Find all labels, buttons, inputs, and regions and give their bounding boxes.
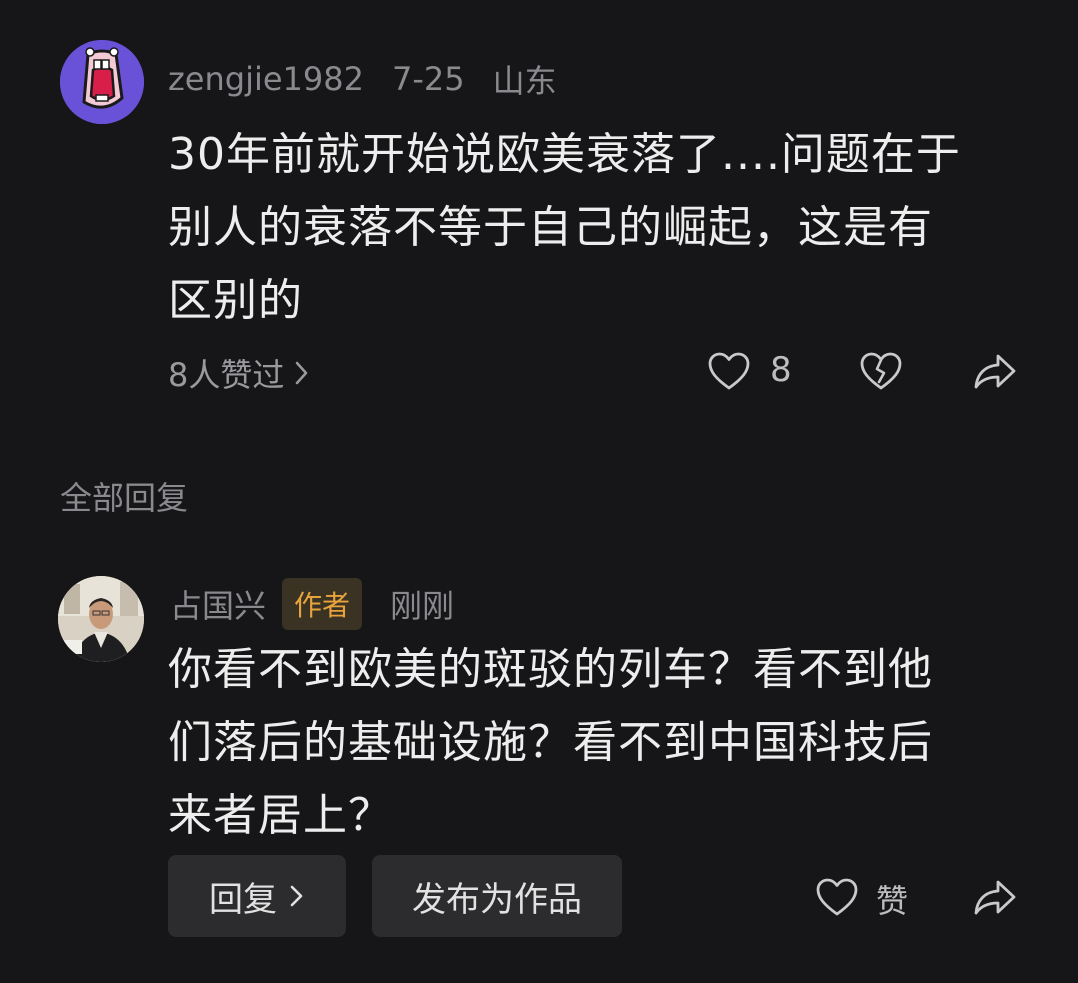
all-replies-title: 全部回复 bbox=[60, 479, 189, 517]
commenter-username[interactable]: zengjie1982 bbox=[168, 60, 364, 98]
reply-meta: 占国兴 作者 刚刚 bbox=[170, 578, 482, 630]
comment-meta: zengjie1982 7-25 山东 bbox=[168, 56, 585, 102]
author-avatar[interactable] bbox=[58, 576, 144, 662]
chevron-right-icon bbox=[294, 359, 310, 387]
heart-icon[interactable] bbox=[706, 349, 752, 393]
praise-label[interactable]: 赞 bbox=[876, 876, 908, 922]
avatar-illustration bbox=[60, 40, 144, 124]
commenter-avatar[interactable] bbox=[60, 40, 144, 124]
comment-text[interactable]: 30年前就开始说欧美衰落了....问题在于 别人的衰落不等于自己的崛起，这是有 … bbox=[168, 118, 1028, 337]
comment-text-line: 区别的 bbox=[168, 275, 303, 326]
reply-text-line: 来者居上？ bbox=[168, 790, 393, 841]
reply-text-line: 你看不到欧美的斑驳的列车？看不到他 bbox=[168, 644, 933, 695]
likers-link[interactable]: 8人赞过 bbox=[168, 350, 310, 396]
author-badge: 作者 bbox=[282, 578, 363, 630]
likers-label: 8人赞过 bbox=[168, 356, 285, 394]
reply-text-line: 们落后的基础设施？看不到中国科技后 bbox=[168, 717, 933, 768]
publish-as-work-button[interactable]: 发布为作品 bbox=[372, 855, 622, 937]
comment-text-line: 30年前就开始说欧美衰落了....问题在于 bbox=[168, 129, 961, 180]
author-username[interactable]: 占国兴 bbox=[170, 581, 266, 627]
publish-button-label: 发布为作品 bbox=[412, 879, 582, 920]
reply-button-label: 回复 bbox=[209, 879, 277, 920]
reply-text[interactable]: 你看不到欧美的斑驳的列车？看不到他 们落后的基础设施？看不到中国科技后 来者居上… bbox=[168, 633, 1028, 852]
reply-button[interactable]: 回复 bbox=[168, 855, 346, 937]
author-photo bbox=[58, 576, 144, 662]
heart-icon[interactable] bbox=[814, 875, 860, 919]
share-arrow-icon[interactable] bbox=[972, 349, 1018, 393]
broken-heart-icon[interactable] bbox=[858, 349, 904, 393]
reply-time: 刚刚 bbox=[390, 587, 455, 625]
comment-text-line: 别人的衰落不等于自己的崛起，这是有 bbox=[168, 202, 933, 253]
share-arrow-icon[interactable] bbox=[972, 875, 1018, 919]
chevron-right-icon bbox=[289, 882, 305, 910]
comment-date: 7-25 bbox=[391, 60, 465, 98]
comment-location: 山东 bbox=[492, 62, 557, 100]
like-count: 8 bbox=[770, 350, 792, 390]
